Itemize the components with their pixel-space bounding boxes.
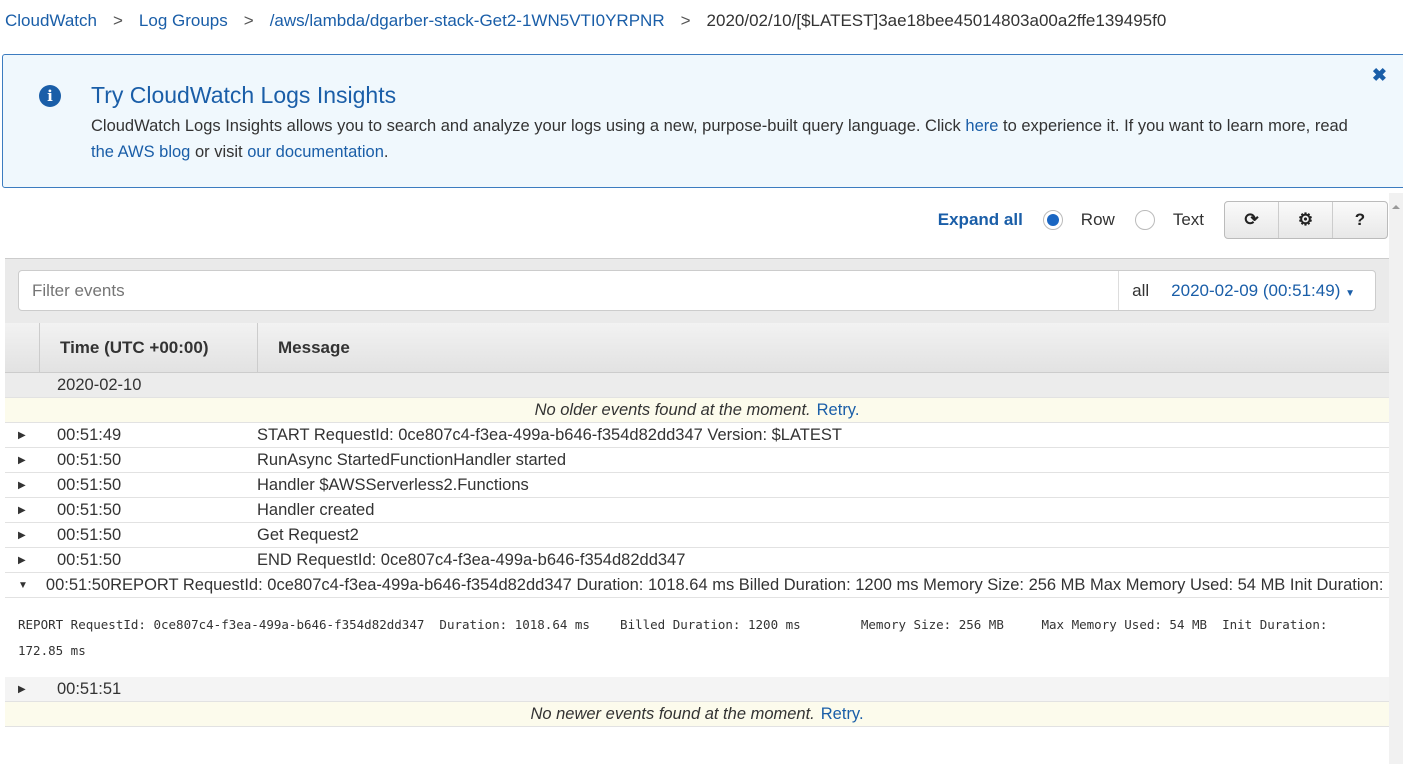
breadcrumb-log-groups[interactable]: Log Groups	[139, 11, 228, 31]
log-event-row[interactable]: ▶ 00:51:50 Handler $AWSServerless2.Functio…	[5, 473, 1389, 498]
filter-panel: all 2020-02-09 (00:51:49) ▼	[5, 258, 1389, 324]
text: to experience it. If you want to learn m…	[998, 117, 1348, 135]
event-message: END RequestId: 0ce807c4-f3ea-499a-b646-f…	[257, 550, 686, 569]
collapse-toggle-icon[interactable]: ▼	[5, 580, 28, 591]
event-time: 00:51:50	[57, 500, 122, 519]
expanded-event-detail: REPORT RequestId: 0ce807c4-f3ea-499a-b64…	[18, 617, 1335, 658]
log-events-table: Time (UTC +00:00) Message 2020-02-10 No …	[5, 323, 1389, 727]
text: CloudWatch Logs Insights allows you to s…	[91, 117, 966, 135]
event-time: 00:51:50	[57, 550, 122, 569]
date-group: 2020-02-10	[57, 375, 142, 394]
date-range-value: 2020-02-09 (00:51:49)	[1171, 280, 1341, 300]
event-message: Handler $AWSServerless2.Functions	[257, 475, 529, 494]
breadcrumb-cloudwatch[interactable]: CloudWatch	[5, 11, 97, 31]
breadcrumb: CloudWatch > Log Groups > /aws/lambda/dgar…	[5, 11, 1166, 31]
range-all[interactable]: all	[1132, 281, 1149, 301]
expand-toggle-icon[interactable]: ▶	[5, 555, 39, 566]
older-events-notice: No older events found at the moment.	[534, 400, 811, 419]
retry-older-link[interactable]: Retry.	[817, 401, 860, 420]
chevron-right-icon: >	[243, 11, 254, 30]
close-icon[interactable]: ✖	[1372, 65, 1387, 86]
event-time: 00:51:50	[57, 450, 122, 469]
documentation-link[interactable]: our documentation	[247, 143, 384, 161]
help-icon[interactable]: ?	[1333, 202, 1387, 238]
column-time[interactable]: Time (UTC +00:00)	[39, 323, 257, 372]
log-event-row[interactable]: ▶ 00:51:50 RunAsync StartedFunctionHandler…	[5, 448, 1389, 473]
refresh-icon[interactable]: ⟳	[1225, 202, 1279, 238]
log-event-row[interactable]: ▶ 00:51:49 START RequestId: 0ce807c4-f3ea-…	[5, 423, 1389, 448]
text: or visit	[190, 143, 248, 161]
event-time: 00:51:50	[57, 475, 122, 494]
event-message: START RequestId: 0ce807c4-f3ea-499a-b646…	[257, 425, 842, 444]
breadcrumb-log-stream: 2020/02/10/[$LATEST]3ae18bee45014803a00a…	[706, 11, 1167, 30]
expand-toggle-icon[interactable]: ▶	[5, 455, 39, 466]
text-label: Text	[1172, 210, 1204, 229]
expand-toggle-icon[interactable]: ▶	[5, 505, 39, 516]
newer-events-notice: No newer events found at the moment.	[530, 704, 815, 723]
chevron-right-icon: >	[680, 11, 691, 30]
insights-banner: i Try CloudWatch Logs Insights CloudWatc…	[2, 54, 1403, 188]
expand-toggle-icon[interactable]: ▶	[5, 480, 39, 491]
event-time: 00:51:50	[45, 575, 111, 594]
text-radio[interactable]	[1134, 210, 1155, 230]
chevron-right-icon: >	[112, 11, 123, 30]
event-message: Handler created	[257, 500, 375, 519]
event-message: RunAsync StartedFunctionHandler started	[257, 450, 567, 469]
expand-all-button[interactable]: Expand all	[938, 210, 1023, 230]
event-time: 00:51:49	[57, 425, 122, 444]
log-event-row[interactable]: ▶ 00:51:50 Get Request2	[5, 523, 1389, 548]
expand-toggle-icon[interactable]: ▶	[5, 430, 39, 441]
log-event-row[interactable]: ▶ 00:51:50 Handler created	[5, 498, 1389, 523]
event-message: Get Request2	[257, 525, 359, 544]
toolbar: Expand all Row Text ⟳ ⚙ ?	[938, 201, 1388, 239]
aws-blog-link[interactable]: the AWS blog	[91, 143, 190, 161]
log-event-row[interactable]: ▶ 00:51:50 END RequestId: 0ce807c4-f3ea-49…	[5, 548, 1389, 573]
here-link[interactable]: here	[965, 117, 998, 135]
column-message: Message	[257, 323, 1389, 372]
filter-events-input[interactable]	[19, 271, 1119, 310]
banner-title: Try CloudWatch Logs Insights	[91, 82, 397, 108]
text: .	[383, 143, 389, 161]
retry-newer-link[interactable]: Retry.	[821, 705, 864, 724]
row-radio[interactable]	[1042, 210, 1063, 230]
info-icon: i	[39, 85, 61, 107]
event-message: REPORT RequestId: 0ce807c4-f3ea-499a-b64…	[110, 575, 1389, 594]
gear-icon[interactable]: ⚙	[1279, 202, 1333, 238]
expand-toggle-icon[interactable]: ▶	[5, 684, 39, 695]
breadcrumb-log-group[interactable]: /aws/lambda/dgarber-stack-Get2-1WN5VTI0Y…	[270, 11, 665, 31]
log-event-row[interactable]: ▼ 00:51:50 REPORT RequestId: 0ce807c4-f3ea…	[5, 573, 1389, 598]
event-time: 00:51:51	[57, 679, 122, 698]
banner-text: CloudWatch Logs Insights allows you to s…	[91, 113, 1361, 165]
date-range-dropdown[interactable]: 2020-02-09 (00:51:49) ▼	[1171, 281, 1355, 301]
expand-toggle-icon[interactable]: ▶	[5, 530, 39, 541]
caret-down-icon: ▼	[1345, 287, 1355, 299]
row-label: Row	[1080, 210, 1115, 229]
event-time: 00:51:50	[57, 525, 122, 544]
scrollbar[interactable]	[1389, 193, 1403, 764]
